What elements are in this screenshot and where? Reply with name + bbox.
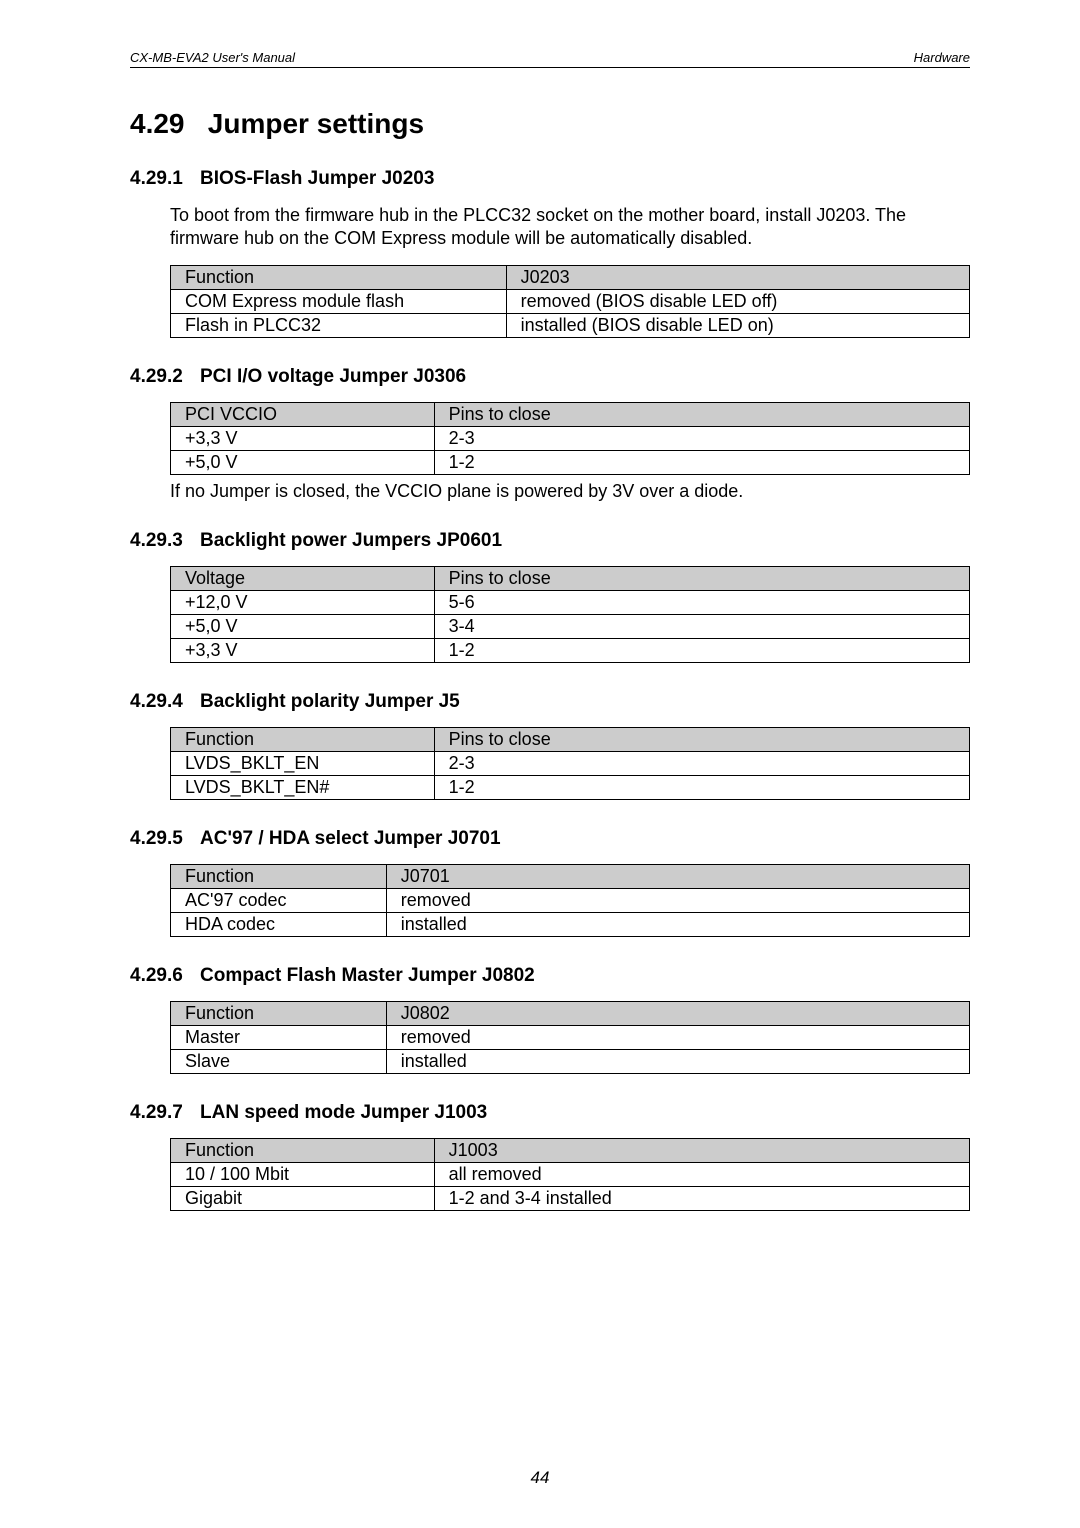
subsection-name: AC'97 / HDA select Jumper J0701 [200, 828, 501, 849]
table-header-cell: J0802 [386, 1001, 969, 1025]
table-cell: +5,0 V [171, 450, 435, 474]
table-cell: AC'97 codec [171, 888, 387, 912]
table-header-cell: Pins to close [434, 566, 969, 590]
subsection-title: 4.29.2PCI I/O voltage Jumper J0306 [130, 366, 970, 388]
table-cell: 1-2 [434, 775, 969, 799]
page: CX-MB-EVA2 User's Manual Hardware 4.29 J… [0, 0, 1080, 1528]
subsection-name: LAN speed mode Jumper J1003 [200, 1102, 487, 1123]
table-cell: Slave [171, 1049, 387, 1073]
table-header-cell: Function [171, 1138, 435, 1162]
subsection-title: 4.29.5AC'97 / HDA select Jumper J0701 [130, 828, 970, 850]
table-cell: 2-3 [434, 426, 969, 450]
table-cell: LVDS_BKLT_EN# [171, 775, 435, 799]
table-cell: LVDS_BKLT_EN [171, 751, 435, 775]
jumper-table: FunctionPins to closeLVDS_BKLT_EN2-3LVDS… [170, 727, 970, 800]
table-cell: installed [386, 912, 969, 936]
subsection-name: Compact Flash Master Jumper J0802 [200, 965, 535, 986]
table-header-cell: Function [171, 727, 435, 751]
table-cell: 10 / 100 Mbit [171, 1162, 435, 1186]
subsection-title: 4.29.4Backlight polarity Jumper J5 [130, 691, 970, 713]
table-cell: installed (BIOS disable LED on) [506, 313, 969, 337]
table-header-cell: Pins to close [434, 402, 969, 426]
table-cell: Gigabit [171, 1186, 435, 1210]
table-cell: +5,0 V [171, 614, 435, 638]
subsection-name: BIOS-Flash Jumper J0203 [200, 168, 434, 189]
section-name: Jumper settings [208, 108, 424, 139]
table-cell: 1-2 [434, 638, 969, 662]
subsection-paragraph: To boot from the firmware hub in the PLC… [170, 204, 970, 251]
subsection-number: 4.29.2 [130, 366, 200, 388]
jumper-table: FunctionJ0203COM Express module flashrem… [170, 265, 970, 338]
table-row: +5,0 V3-4 [171, 614, 970, 638]
table-header-cell: Voltage [171, 566, 435, 590]
table-row: COM Express module flashremoved (BIOS di… [171, 289, 970, 313]
subsections: 4.29.1BIOS-Flash Jumper J0203 To boot fro… [130, 168, 970, 1211]
table-row: LVDS_BKLT_EN#1-2 [171, 775, 970, 799]
subsection-name: PCI I/O voltage Jumper J0306 [200, 366, 466, 387]
table-cell: +3,3 V [171, 638, 435, 662]
chapter-name: Hardware [914, 50, 970, 65]
table-cell: 2-3 [434, 751, 969, 775]
table-cell: removed [386, 1025, 969, 1049]
table-row: LVDS_BKLT_EN2-3 [171, 751, 970, 775]
table-row: Flash in PLCC32installed (BIOS disable L… [171, 313, 970, 337]
subsection-note: If no Jumper is closed, the VCCIO plane … [170, 481, 970, 502]
subsection-title: 4.29.1BIOS-Flash Jumper J0203 [130, 168, 970, 190]
table-row: Slaveinstalled [171, 1049, 970, 1073]
table-row: +3,3 V1-2 [171, 638, 970, 662]
table-header-cell: PCI VCCIO [171, 402, 435, 426]
table-cell: installed [386, 1049, 969, 1073]
section-number: 4.29 [130, 108, 200, 140]
table-row: 10 / 100 Mbitall removed [171, 1162, 970, 1186]
table-row: +5,0 V1-2 [171, 450, 970, 474]
subsection-name: Backlight power Jumpers JP0601 [200, 530, 502, 551]
table-header-cell: Function [171, 265, 507, 289]
table-header-cell: J1003 [434, 1138, 969, 1162]
jumper-table: PCI VCCIOPins to close+3,3 V2-3+5,0 V1-2 [170, 402, 970, 475]
table-cell: COM Express module flash [171, 289, 507, 313]
subsection-number: 4.29.7 [130, 1102, 200, 1124]
table-cell: +3,3 V [171, 426, 435, 450]
table-cell: 3-4 [434, 614, 969, 638]
table-cell: removed [386, 888, 969, 912]
section-title: 4.29 Jumper settings [130, 108, 970, 140]
table-row: AC'97 codecremoved [171, 888, 970, 912]
table-cell: 1-2 and 3-4 installed [434, 1186, 969, 1210]
table-cell: Master [171, 1025, 387, 1049]
table-header-cell: J0701 [386, 864, 969, 888]
subsection-number: 4.29.5 [130, 828, 200, 850]
table-cell: +12,0 V [171, 590, 435, 614]
table-cell: all removed [434, 1162, 969, 1186]
jumper-table: FunctionJ0701AC'97 codecremovedHDA codec… [170, 864, 970, 937]
table-row: Gigabit1-2 and 3-4 installed [171, 1186, 970, 1210]
subsection-name: Backlight polarity Jumper J5 [200, 691, 460, 712]
subsection-number: 4.29.3 [130, 530, 200, 552]
table-cell: 5-6 [434, 590, 969, 614]
table-header-cell: Function [171, 1001, 387, 1025]
jumper-table: VoltagePins to close+12,0 V5-6+5,0 V3-4+… [170, 566, 970, 663]
table-header-cell: J0203 [506, 265, 969, 289]
subsection-number: 4.29.4 [130, 691, 200, 713]
table-cell: 1-2 [434, 450, 969, 474]
table-row: Masterremoved [171, 1025, 970, 1049]
subsection-title: 4.29.6Compact Flash Master Jumper J0802 [130, 965, 970, 987]
doc-title: CX-MB-EVA2 User's Manual [130, 50, 295, 65]
table-cell: Flash in PLCC32 [171, 313, 507, 337]
subsection-title: 4.29.3Backlight power Jumpers JP0601 [130, 530, 970, 552]
table-cell: HDA codec [171, 912, 387, 936]
table-header-cell: Function [171, 864, 387, 888]
jumper-table: FunctionJ0802MasterremovedSlaveinstalled [170, 1001, 970, 1074]
table-cell: removed (BIOS disable LED off) [506, 289, 969, 313]
table-header-cell: Pins to close [434, 727, 969, 751]
page-header: CX-MB-EVA2 User's Manual Hardware [130, 50, 970, 68]
page-number: 44 [0, 1468, 1080, 1488]
table-row: +12,0 V5-6 [171, 590, 970, 614]
subsection-number: 4.29.6 [130, 965, 200, 987]
jumper-table: FunctionJ100310 / 100 Mbitall removedGig… [170, 1138, 970, 1211]
table-row: HDA codecinstalled [171, 912, 970, 936]
subsection-number: 4.29.1 [130, 168, 200, 190]
subsection-title: 4.29.7LAN speed mode Jumper J1003 [130, 1102, 970, 1124]
table-row: +3,3 V2-3 [171, 426, 970, 450]
